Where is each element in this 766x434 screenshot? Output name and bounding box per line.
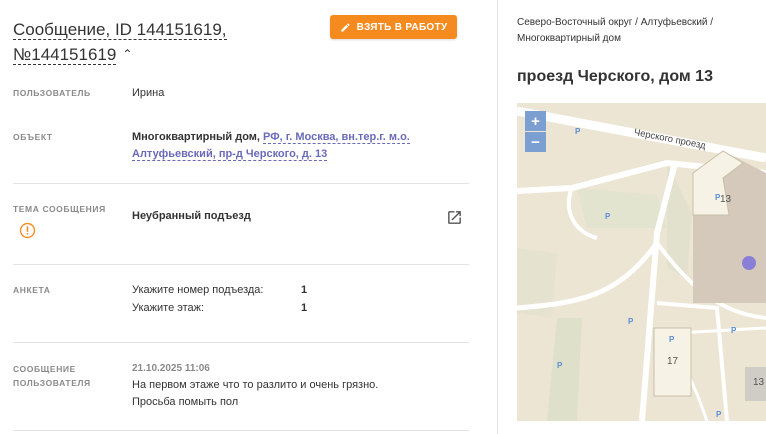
- message-date: 21.10.2025 11:06: [132, 363, 210, 374]
- message-panel: Сообщение, ID 144151619, №144151619 ⌃ ВЗЯ…: [0, 0, 497, 434]
- survey-answer: 1: [301, 284, 308, 296]
- divider: [13, 430, 469, 431]
- object-address-link-1[interactable]: РФ, г. Москва, вн.тер.г. м.о.: [263, 131, 410, 144]
- user-value: Ирина: [132, 87, 165, 99]
- topic-value: Неубранный подъезд: [132, 210, 251, 222]
- user-label: ПОЛЬЗОВАТЕЛЬ: [13, 88, 91, 98]
- message-label-line-2: ПОЛЬЗОВАТЕЛЯ: [13, 378, 91, 388]
- title-line-2: №144151619: [13, 45, 117, 65]
- page-title[interactable]: Сообщение, ID 144151619, №144151619 ⌃: [13, 17, 313, 67]
- title-line-1: Сообщение, ID 144151619,: [13, 20, 227, 40]
- divider: [13, 183, 469, 184]
- parking-icon: P: [557, 361, 563, 370]
- map[interactable]: Черского проезд 13 17 13 P P P P P P P P…: [517, 103, 766, 421]
- warning-icon: [19, 222, 36, 239]
- parking-icon: P: [669, 335, 675, 344]
- parking-icon: P: [575, 127, 581, 136]
- address-title: проезд Черского, дом 13: [517, 68, 713, 85]
- object-label: ОБЪЕКТ: [13, 132, 53, 142]
- topic-label: ТЕМА СООБЩЕНИЯ: [13, 204, 106, 214]
- object-value: Многоквартирный дом, РФ, г. Москва, вн.т…: [132, 129, 422, 163]
- object-type: Многоквартирный дом,: [132, 131, 260, 143]
- chevron-up-icon[interactable]: ⌃: [122, 42, 132, 67]
- parking-icon: P: [731, 326, 737, 335]
- survey-label: АНКЕТА: [13, 285, 51, 295]
- survey-question: Укажите этаж:: [132, 302, 205, 314]
- zoom-out-button[interactable]: −: [525, 132, 546, 152]
- survey-question: Укажите номер подъезда:: [132, 284, 264, 296]
- object-address-link-2[interactable]: Алтуфьевский, пр-д Черского, д. 13: [132, 148, 328, 161]
- open-external-icon[interactable]: [446, 209, 463, 226]
- divider: [13, 342, 469, 343]
- zoom-in-button[interactable]: +: [525, 111, 546, 131]
- message-label: СООБЩЕНИЕ ПОЛЬЗОВАТЕЛЯ: [13, 362, 91, 390]
- location-panel: Северо-Восточный округ / Алтуфьевский / …: [498, 0, 766, 434]
- take-to-work-label: ВЗЯТЬ В РАБОТУ: [356, 21, 448, 33]
- survey-answer: 1: [301, 302, 308, 314]
- breadcrumb-line-2[interactable]: Многоквартирный дом: [517, 33, 621, 44]
- parking-icon: P: [605, 212, 611, 221]
- take-to-work-button[interactable]: ВЗЯТЬ В РАБОТУ: [330, 15, 457, 39]
- parking-icon: P: [715, 193, 721, 202]
- breadcrumb-line-1[interactable]: Северо-Восточный округ / Алтуфьевский /: [517, 17, 713, 28]
- breadcrumb: Северо-Восточный округ / Алтуфьевский / …: [517, 15, 757, 47]
- map-canvas: [517, 103, 766, 421]
- message-text-line-1: На первом этаже что то разлито и очень г…: [132, 379, 379, 391]
- divider: [13, 264, 469, 265]
- message-text: На первом этаже что то разлито и очень г…: [132, 377, 378, 411]
- building-label: 17: [667, 356, 679, 367]
- pencil-icon: [340, 22, 350, 32]
- message-text-line-2: Просьба помыть пол: [132, 396, 239, 408]
- building-label: 13: [720, 194, 732, 205]
- building-label: 13: [753, 377, 765, 388]
- parking-icon: P: [628, 317, 634, 326]
- message-label-line-1: СООБЩЕНИЕ: [13, 364, 76, 374]
- parking-icon: P: [716, 410, 722, 419]
